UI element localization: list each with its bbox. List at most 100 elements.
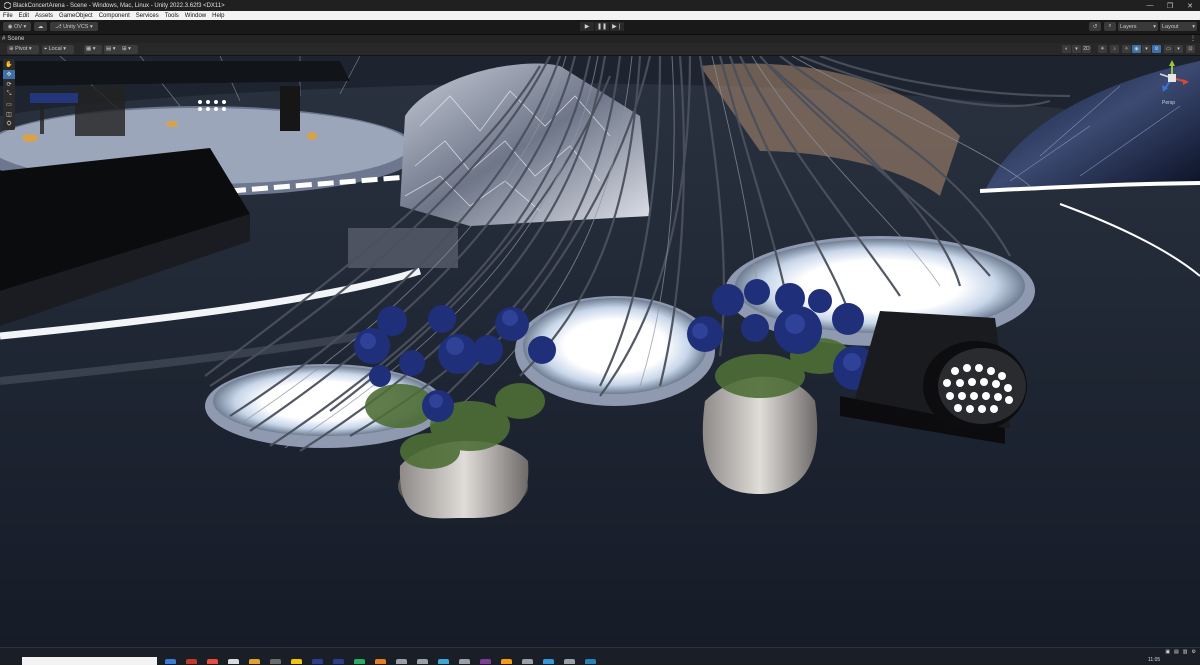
- orientation-gizmo[interactable]: Persp: [1152, 58, 1192, 108]
- os-taskbar: ▣ ▤ ▥ ⚙ 11:05: [0, 647, 1200, 665]
- unity-logo-icon: [3, 2, 11, 10]
- space-toggle[interactable]: ⌖ Local ▾: [42, 44, 74, 54]
- main-toolbar: ◉ OV ▾ ☁ ⎇ Unity VCS ▾ ▶ ❚❚ ▶❘ ↺ ⌕ Layer…: [0, 20, 1200, 35]
- scene-viewport[interactable]: ✋ ✥ ⟳ ⤡ ▭ ◫ ⛭ Persp: [0, 56, 1200, 647]
- tab-scene[interactable]: # Scene: [2, 35, 24, 43]
- audio-icon[interactable]: ♪: [1110, 45, 1119, 53]
- menu-gameobject[interactable]: GameObject: [56, 13, 96, 19]
- step-button[interactable]: ▶❘: [610, 22, 624, 31]
- search-icon: ⌕: [1108, 23, 1112, 29]
- space-label: Local: [48, 46, 62, 52]
- app-icon[interactable]: [417, 659, 428, 664]
- layers-label: Layers: [1120, 23, 1137, 30]
- gizmos-icon[interactable]: ⚙: [1152, 45, 1161, 53]
- app-icon[interactable]: [228, 659, 239, 664]
- grid-snap-button[interactable]: ▦ ▾: [84, 44, 102, 54]
- vcs-dropdown[interactable]: ⎇ Unity VCS ▾: [50, 22, 98, 31]
- chevron-down-icon: ▾: [88, 23, 93, 30]
- app-icon[interactable]: [354, 659, 365, 664]
- app-icon[interactable]: [438, 659, 449, 664]
- window-title: BlackConcertArena - Scene - Windows, Mac…: [13, 2, 225, 9]
- menu-edit[interactable]: Edit: [16, 13, 32, 19]
- scale-tool-icon[interactable]: ⤡: [3, 90, 15, 99]
- move-tool-icon[interactable]: ✥: [3, 70, 15, 79]
- camera-settings-icon[interactable]: ▭: [1164, 45, 1173, 53]
- menu-assets[interactable]: Assets: [32, 13, 56, 19]
- transform-tool-icon[interactable]: ◫: [3, 110, 15, 119]
- account-dropdown[interactable]: ◉ OV ▾: [3, 22, 31, 31]
- app-icon[interactable]: [249, 659, 260, 664]
- chevron-down-icon: ▾: [1192, 23, 1195, 30]
- app-icon[interactable]: [375, 659, 386, 664]
- camera-mode-label[interactable]: Persp: [1162, 100, 1175, 106]
- rect-tool-icon[interactable]: ▭: [3, 100, 15, 109]
- tab-scene-label: Scene: [7, 36, 25, 42]
- menu-bar: File Edit Assets GameObject Component Se…: [0, 11, 1200, 20]
- app-icon[interactable]: [207, 659, 218, 664]
- app-icon[interactable]: [522, 659, 533, 664]
- close-button[interactable]: ✕: [1180, 0, 1200, 11]
- menu-services[interactable]: Services: [133, 13, 162, 19]
- scene-camera-icon[interactable]: ◐: [1062, 45, 1071, 53]
- effects-icon[interactable]: ✧: [1122, 45, 1131, 53]
- volume-icon[interactable]: ▤: [1174, 649, 1179, 655]
- custom-tool-icon[interactable]: ⛭: [3, 120, 15, 129]
- taskbar-search-box[interactable]: [22, 657, 157, 665]
- lighting-icon[interactable]: ☀: [1098, 45, 1107, 53]
- taskbar-apps: [165, 659, 596, 664]
- app-icon[interactable]: [186, 659, 197, 664]
- search-button[interactable]: ⌕: [1104, 22, 1116, 31]
- axis-gizmo-icon: [1159, 60, 1189, 92]
- hand-tool-icon[interactable]: ✋: [3, 60, 15, 69]
- app-icon[interactable]: [543, 659, 554, 664]
- visibility-icon[interactable]: ◉: [1132, 45, 1141, 53]
- chevron-down-icon[interactable]: ▾: [1142, 45, 1151, 53]
- menu-window[interactable]: Window: [182, 13, 209, 19]
- app-icon[interactable]: [270, 659, 281, 664]
- app-icon[interactable]: [585, 659, 596, 664]
- app-icon[interactable]: [501, 659, 512, 664]
- chevron-down-icon[interactable]: ▾: [1072, 45, 1081, 53]
- app-icon[interactable]: [564, 659, 575, 664]
- chevron-down-icon[interactable]: ▾: [1174, 45, 1183, 53]
- app-icon[interactable]: [165, 659, 176, 664]
- app-icon[interactable]: [480, 659, 491, 664]
- title-bar: BlackConcertArena - Scene - Windows, Mac…: [0, 0, 1200, 11]
- menu-component[interactable]: Component: [96, 13, 133, 19]
- pause-button[interactable]: ❚❚: [595, 22, 609, 31]
- layers-dropdown[interactable]: Layers ▾: [1118, 22, 1158, 31]
- play-button[interactable]: ▶: [580, 22, 594, 31]
- cloud-button[interactable]: ☁: [34, 22, 47, 31]
- battery-icon[interactable]: ▥: [1183, 649, 1188, 655]
- pivot-label: Pivot: [15, 46, 28, 52]
- overlay-menu-icon[interactable]: ⊡: [1186, 45, 1195, 53]
- menu-tools[interactable]: Tools: [162, 13, 182, 19]
- app-icon[interactable]: [459, 659, 470, 664]
- align-button[interactable]: ⊞ ▾: [120, 44, 138, 54]
- 2d-toggle[interactable]: 2D: [1082, 45, 1091, 53]
- history-icon: ↺: [1092, 23, 1098, 30]
- app-icon[interactable]: [396, 659, 407, 664]
- taskbar-clock[interactable]: 11:05: [1148, 657, 1160, 663]
- align-icon: ⊞ ▾: [122, 46, 131, 52]
- app-icon[interactable]: [312, 659, 323, 664]
- rotate-tool-icon[interactable]: ⟳: [3, 80, 15, 89]
- menu-file[interactable]: File: [0, 13, 16, 19]
- network-icon[interactable]: ▣: [1165, 649, 1170, 655]
- layout-dropdown[interactable]: Layout ▾: [1160, 22, 1197, 31]
- tab-bar: # Scene ⋮: [0, 35, 1200, 43]
- menu-help[interactable]: Help: [209, 13, 227, 19]
- grid-icon: ▦ ▾: [86, 46, 96, 52]
- chevron-down-icon: ▾: [61, 46, 67, 52]
- app-icon[interactable]: [333, 659, 344, 664]
- history-button[interactable]: ↺: [1089, 22, 1101, 31]
- window-controls: — ❐ ✕: [1140, 0, 1200, 11]
- scene-toolbar: ⊕ Pivot ▾ ⌖ Local ▾ ▦ ▾ ▤ ▾ ⊞ ▾ ◐ ▾ 2D ☀…: [0, 43, 1200, 56]
- maximize-button[interactable]: ❐: [1160, 0, 1180, 11]
- settings-icon[interactable]: ⚙: [1192, 649, 1196, 655]
- system-tray: ▣ ▤ ▥ ⚙: [1165, 649, 1196, 655]
- more-options-icon[interactable]: ⋮: [1190, 35, 1196, 42]
- app-icon[interactable]: [291, 659, 302, 664]
- pivot-toggle[interactable]: ⊕ Pivot ▾: [7, 44, 39, 54]
- minimize-button[interactable]: —: [1140, 0, 1160, 11]
